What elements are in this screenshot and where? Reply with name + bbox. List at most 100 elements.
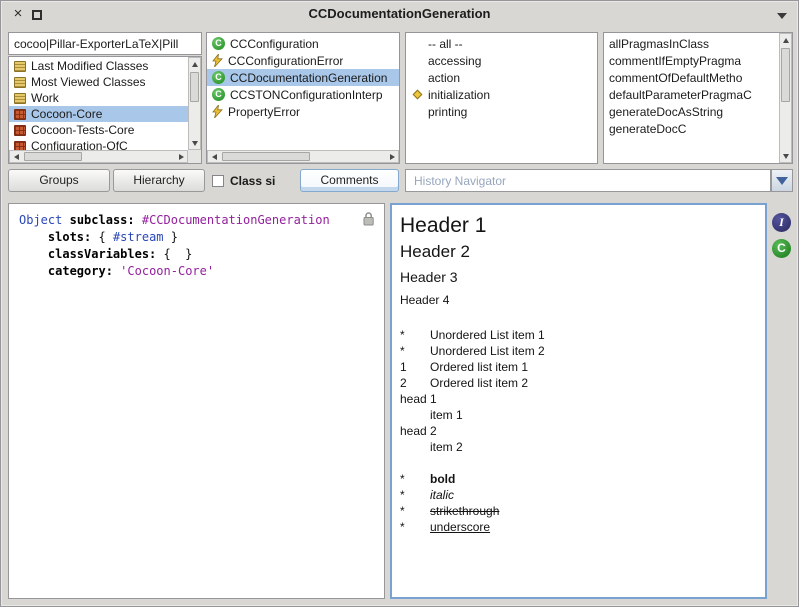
window-title: CCDocumentationGeneration <box>1 1 798 29</box>
package-list-item[interactable]: Last Modified Classes <box>9 58 188 74</box>
list-marker: * <box>400 471 430 487</box>
code-token <box>19 230 48 244</box>
protocol-list-item-label: -- all -- <box>428 37 463 51</box>
vertical-scrollbar[interactable] <box>188 57 201 150</box>
class-side-checkbox[interactable] <box>212 175 224 187</box>
method-list-item[interactable]: defaultParameterPragmaC <box>604 86 779 103</box>
protocol-icon <box>411 89 423 101</box>
scrollbar-thumb[interactable] <box>781 48 790 102</box>
comment-spacer <box>400 455 757 471</box>
scrollbar-corner <box>188 150 201 163</box>
horizontal-scrollbar[interactable] <box>9 150 188 163</box>
comment-item-text: Unordered List item 1 <box>430 327 545 343</box>
scrollbar-track[interactable] <box>220 151 386 162</box>
protocol-list-item[interactable]: printing <box>406 103 597 120</box>
comment-heading-h3: Header 3 <box>400 265 757 289</box>
comment-item-text: Ordered list item 1 <box>430 359 528 375</box>
comment-list-item: *underscore <box>400 519 757 535</box>
code-token: { <box>91 230 113 244</box>
code-token: subclass: <box>70 213 135 227</box>
protocol-list-item[interactable]: accessing <box>406 52 597 69</box>
method-list: allPragmasInClasscommentIfEmptyPragmacom… <box>604 33 779 163</box>
history-navigator-input[interactable] <box>406 170 770 191</box>
scroll-down-icon[interactable] <box>189 137 200 149</box>
groups-button[interactable]: Groups <box>8 169 110 192</box>
method-list-item[interactable]: commentIfEmptyPragma <box>604 52 779 69</box>
protocol-list-item[interactable]: initialization <box>406 86 597 103</box>
class-list-item[interactable]: CCConfigurationError <box>207 52 399 69</box>
scrollbar-track[interactable] <box>189 70 200 137</box>
scroll-down-icon[interactable] <box>780 150 791 162</box>
comment-item-text: italic <box>430 487 454 503</box>
scroll-right-icon[interactable] <box>175 151 187 162</box>
protocol-list-item-label: printing <box>428 105 467 119</box>
scrollbar-track[interactable] <box>22 151 175 162</box>
scrollbar-thumb[interactable] <box>222 152 310 161</box>
comment-item-text: strikethrough <box>430 503 499 519</box>
scrollbar-track[interactable] <box>780 46 791 150</box>
class-list-item-label: CCConfiguration <box>230 37 319 51</box>
code-token: slots: <box>48 230 91 244</box>
scrollbar-thumb[interactable] <box>24 152 82 161</box>
protocol-list-item[interactable]: action <box>406 69 597 86</box>
method-list-item[interactable]: commentOfDefaultMetho <box>604 69 779 86</box>
code-text: Object subclass: #CCDocumentationGenerat… <box>19 212 358 590</box>
protocol-list-item-label: action <box>428 71 460 85</box>
title-bar[interactable]: × CCDocumentationGeneration <box>1 1 798 29</box>
package-list-item[interactable]: Configuration-OfC <box>9 138 188 150</box>
class-list-item[interactable]: PropertyError <box>207 103 399 120</box>
code-token <box>19 247 48 261</box>
horizontal-scrollbar[interactable] <box>207 150 399 163</box>
package-icon <box>14 109 26 120</box>
class-side-label: Class si <box>230 174 275 188</box>
list-marker: * <box>400 327 430 343</box>
history-dropdown-button[interactable] <box>771 169 793 192</box>
protocol-pane: -- all --accessing actioninitialization pr… <box>405 32 598 164</box>
protocol-list-item[interactable]: -- all -- <box>406 35 597 52</box>
method-list-item[interactable]: generateDocAsString <box>604 103 779 120</box>
code-token <box>135 213 142 227</box>
group-icon <box>14 61 26 72</box>
method-list-item[interactable]: allPragmasInClass <box>604 35 779 52</box>
scroll-right-icon[interactable] <box>386 151 398 162</box>
comment-list-item: 2Ordered list item 2 <box>400 375 757 391</box>
package-list-item[interactable]: Work <box>9 90 188 106</box>
class-list-item[interactable]: C CCConfiguration <box>207 35 399 52</box>
class-list-item-label: PropertyError <box>228 105 300 119</box>
code-editor[interactable]: Object subclass: #CCDocumentationGenerat… <box>8 203 385 599</box>
lock-icon[interactable] <box>362 211 375 226</box>
list-marker: 2 <box>400 375 430 391</box>
class-list-item[interactable]: CCCSTONConfigurationInterp <box>207 86 399 103</box>
code-token: 'Cocoon-Core' <box>120 264 214 278</box>
class-icon: C <box>212 37 225 50</box>
list-marker: * <box>400 503 430 519</box>
package-list-item[interactable]: Cocoon-Tests-Core <box>9 122 188 138</box>
info-button[interactable]: I <box>772 213 791 232</box>
hierarchy-button[interactable]: Hierarchy <box>113 169 205 192</box>
method-list-item[interactable]: generateDocC <box>604 120 779 137</box>
chevron-down-icon <box>776 177 788 185</box>
comment-preview[interactable]: Header 1Header 2Header 3Header 4*Unorder… <box>390 203 767 599</box>
code-token: classVariables: <box>48 247 156 261</box>
code-token: #CCDocumentationGeneration <box>142 213 330 227</box>
class-comment-button[interactable]: C <box>772 239 791 258</box>
vertical-scrollbar[interactable] <box>779 33 792 163</box>
comment-text-line: item 2 <box>400 439 757 455</box>
class-side-toggle[interactable]: Class si <box>212 169 298 192</box>
comment-item-text: bold <box>430 471 455 487</box>
comment-text-line: head 2 <box>400 423 757 439</box>
package-list-item[interactable]: Cocoon-Core <box>9 106 188 122</box>
package-filter-input[interactable] <box>9 33 201 54</box>
package-list-item[interactable]: Most Viewed Classes <box>9 74 188 90</box>
class-list-item-label: CCConfigurationError <box>228 54 343 68</box>
code-token: #stream <box>113 230 164 244</box>
scrollbar-thumb[interactable] <box>190 72 199 102</box>
scroll-up-icon[interactable] <box>780 34 791 46</box>
list-marker: * <box>400 487 430 503</box>
window-menu-icon[interactable] <box>777 13 787 19</box>
scroll-up-icon[interactable] <box>189 58 200 70</box>
scroll-left-icon[interactable] <box>208 151 220 162</box>
scroll-left-icon[interactable] <box>10 151 22 162</box>
comments-button[interactable]: Comments <box>300 169 399 192</box>
class-list-item[interactable]: CCCDocumentationGeneration <box>207 69 399 86</box>
